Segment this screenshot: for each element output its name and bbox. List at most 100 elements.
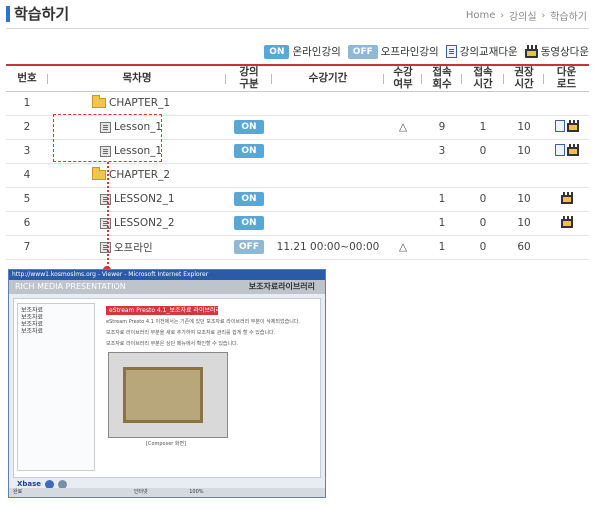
status-zone: 인터넷 [133, 489, 148, 495]
row-number: 5 [6, 187, 48, 212]
lesson-highlight-box [53, 114, 162, 162]
breadcrumb-arrow-icon: › [541, 10, 546, 21]
done-mark [384, 211, 422, 236]
done-mark [384, 187, 422, 212]
preview-caption: [Composer 화면] [146, 441, 187, 447]
offline-badge[interactable]: OFF [234, 240, 264, 254]
done-mark [384, 139, 422, 164]
video-download-icon[interactable] [560, 191, 573, 204]
legend-doc-label: 강의교재다운 [459, 46, 518, 58]
chapter-label: CHAPTER_1 [109, 97, 171, 109]
legend-on-label: 온라인강의 [292, 46, 341, 58]
lesson-link[interactable]: LESSON2_1 [48, 187, 226, 212]
time: 0 [462, 235, 504, 260]
visits: 3 [422, 139, 462, 164]
preview-content: eStream Presto 4.1_보조자료 라이브러리 eStream Pr… [106, 303, 316, 473]
period: 11.21 00:00~00:00 [272, 235, 384, 260]
done-mark: △ [384, 235, 422, 260]
lesson-icon [100, 217, 111, 229]
video-download-icon[interactable] [560, 215, 573, 228]
visits: 1 [422, 235, 462, 260]
time: 0 [462, 187, 504, 212]
preview-screenshot [108, 352, 228, 438]
breadcrumb-classroom[interactable]: 강의실 [509, 8, 537, 23]
preview-side-item[interactable]: 보조자료 [21, 328, 91, 335]
visits: 1 [422, 187, 462, 212]
lesson-icon [100, 193, 111, 205]
col-mode: 강의 구분 [226, 64, 272, 92]
done-mark: △ [384, 115, 422, 140]
callout-connector [107, 162, 109, 268]
lesson-label: LESSON2_1 [114, 193, 175, 205]
legend-on-badge: ON [264, 44, 290, 59]
breadcrumb-current: 학습하기 [550, 12, 587, 23]
lesson-link[interactable]: LESSON2_2 [48, 211, 226, 236]
preview-body: 보조자료 보조자료 보조자료 보조자료 eStream Presto 4.1_보… [13, 298, 321, 478]
row-number: 6 [6, 211, 48, 236]
table-row: 7 오프라인 OFF 11.21 00:00~00:00 △ 1 0 60 [6, 235, 589, 260]
recommend: 10 [504, 211, 544, 236]
chapter-title[interactable]: CHAPTER_1 [48, 91, 226, 116]
preview-band-right: 보조자료라이브러리 [248, 282, 315, 291]
col-recommend: 권장 시간 [504, 64, 544, 92]
chapter-title[interactable]: CHAPTER_2 [48, 163, 226, 188]
preview-brand-band: RICH MEDIA PRESENTATION 보조자료라이브러리 [9, 280, 325, 294]
recommend: 60 [504, 235, 544, 260]
table-row: 5 LESSON2_1 ON 1 0 10 [6, 187, 589, 212]
period [272, 115, 384, 140]
breadcrumb: Home › 강의실 › 학습하기 [466, 8, 587, 23]
header-divider [6, 28, 589, 29]
lesson-preview-window: http://www1.kosmoslms.org - Viewer - Mic… [8, 269, 326, 498]
legend-off-label: 오프라인강의 [380, 46, 439, 58]
col-title: 목차명 [48, 64, 226, 92]
visits: 9 [422, 115, 462, 140]
visits: 1 [422, 211, 462, 236]
table-header-row: 번호 목차명 강의 구분 수강기간 수강 여부 접속 회수 접속 시간 권장 시… [6, 64, 589, 92]
page-header: 학습하기 Home › 강의실 › 학습하기 [0, 0, 595, 29]
col-number: 번호 [6, 64, 48, 92]
table-row: 1 CHAPTER_1 [6, 91, 589, 116]
preview-text-3: 보조자료 라이브러리 부분은 상단 메뉴에서 확인할 수 있습니다. [106, 341, 239, 347]
lesson-label: 오프라인 [114, 241, 153, 254]
status-done: 완료 [13, 489, 23, 495]
recommend: 10 [504, 139, 544, 164]
col-visits: 접속 회수 [422, 64, 462, 92]
recommend: 10 [504, 187, 544, 212]
period [272, 187, 384, 212]
preview-brand-text: RICH MEDIA PRESENTATION [15, 282, 126, 291]
folder-icon [92, 167, 106, 180]
document-download-icon[interactable] [554, 143, 565, 156]
preview-window-title: http://www1.kosmoslms.org - Viewer - Mic… [9, 270, 325, 280]
col-time: 접속 시간 [462, 64, 504, 92]
period [272, 211, 384, 236]
title-accent-bar [6, 6, 10, 22]
page-title: 학습하기 [14, 5, 70, 23]
preview-logo: Xbase [17, 480, 42, 488]
folder-icon [92, 95, 106, 108]
preview-sidebar: 보조자료 보조자료 보조자료 보조자료 [17, 303, 95, 471]
document-download-icon[interactable] [554, 119, 565, 132]
breadcrumb-home[interactable]: Home [466, 10, 496, 21]
preview-text-1: eStream Presto 4.1 이전에서는 기존에 있던 보조자료 라이브… [106, 319, 300, 325]
lesson-icon [100, 242, 111, 253]
preview-side-item[interactable]: 보조자료 [21, 314, 91, 321]
online-badge[interactable]: ON [234, 192, 264, 206]
col-download: 다운 로드 [544, 64, 589, 92]
preview-side-item[interactable]: 보조자료 [21, 321, 91, 328]
legend: ON 온라인강의 OFF 오프라인강의 강의교재다운 동영상다운 [264, 44, 589, 59]
video-download-icon[interactable] [566, 143, 579, 156]
document-icon [445, 45, 457, 58]
online-badge[interactable]: ON [234, 144, 264, 158]
time: 0 [462, 139, 504, 164]
chapter-label: CHAPTER_2 [109, 169, 171, 181]
recommend: 10 [504, 115, 544, 140]
time: 0 [462, 211, 504, 236]
status-zoom: 100% [189, 489, 204, 495]
video-download-icon[interactable] [566, 119, 579, 132]
preview-side-item[interactable]: 보조자료 [21, 307, 91, 314]
lesson-link[interactable]: 오프라인 [48, 235, 226, 260]
table-row: 4 CHAPTER_2 [6, 163, 589, 188]
online-badge[interactable]: ON [234, 120, 264, 134]
online-badge[interactable]: ON [234, 216, 264, 230]
row-number: 1 [6, 91, 48, 116]
